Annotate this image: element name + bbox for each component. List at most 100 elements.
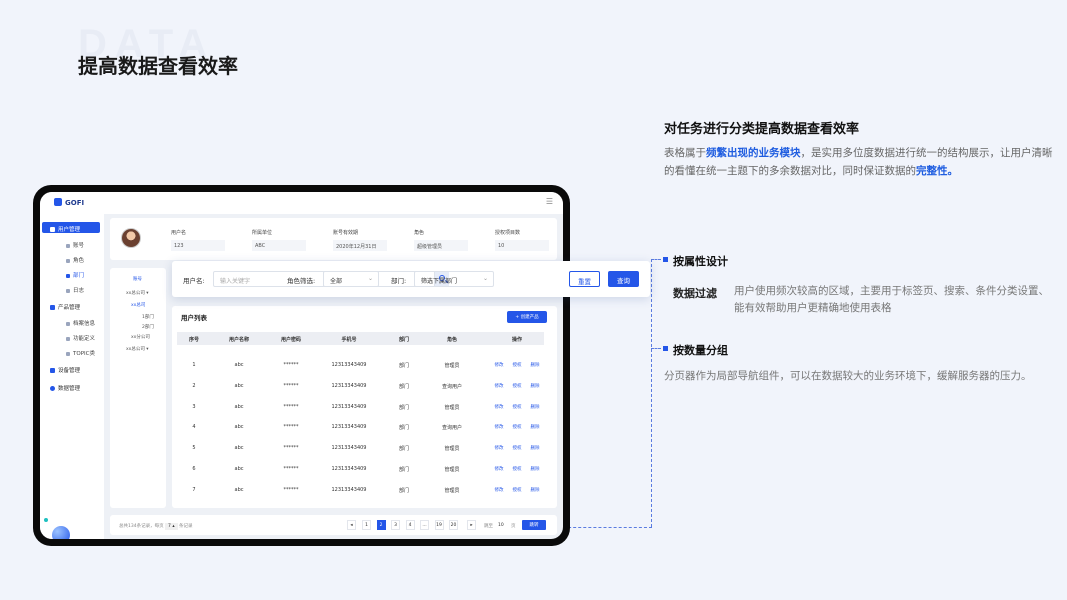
- sidebar-item-log[interactable]: 日志: [66, 286, 84, 294]
- user-info-card: 用户名 123 所属单位 ABC 账号有效期 2020年12月31日 角色 超级…: [110, 218, 557, 260]
- per-page-select[interactable]: 7 ▴: [165, 523, 178, 530]
- sidebar-item-product-mgmt[interactable]: 产品管理: [50, 303, 80, 311]
- prev-page-button[interactable]: ◂: [347, 520, 356, 530]
- table-cell: 部门: [398, 363, 410, 369]
- authorize-link[interactable]: 授权: [513, 383, 522, 389]
- user-icon: [50, 227, 55, 232]
- table-cell: abc: [234, 403, 244, 410]
- sidebar: 用户管理 账号 角色 部门 日志 产品管理 档案信息 功能定义 TOPIC类 设…: [40, 214, 104, 539]
- expire-label: 账号有效期: [333, 230, 359, 236]
- authorize-link[interactable]: 授权: [513, 466, 522, 472]
- filter-username-label: 用户名:: [183, 277, 205, 285]
- edit-link[interactable]: 修改: [495, 445, 504, 451]
- table-cell: 12313343409: [331, 466, 367, 472]
- table-cell: 2: [192, 382, 196, 389]
- connector-line-mid: [651, 348, 661, 349]
- pagination-suffix: 条记录: [179, 524, 193, 529]
- edit-link[interactable]: 修改: [495, 362, 504, 368]
- table-row: 5 abc ****** 12313343409 部门 管理员 修改 授权 删除: [172, 445, 557, 455]
- role-label: 角色: [414, 230, 425, 236]
- app-logo: GOFI: [54, 198, 84, 207]
- dept-select[interactable]: 筛选下属部门 ⌄: [414, 271, 494, 287]
- authorize-link[interactable]: 授权: [513, 404, 522, 410]
- table-cell: 管理员: [444, 404, 460, 411]
- reset-button[interactable]: 重置: [569, 271, 600, 287]
- page-button[interactable]: 19: [434, 520, 444, 530]
- jump-button[interactable]: 跳转: [522, 520, 546, 530]
- authorize-link[interactable]: 授权: [513, 362, 522, 368]
- create-product-button[interactable]: + 创建产品: [507, 311, 547, 323]
- table-cell: 12313343409: [331, 445, 367, 452]
- assistant-ball-icon[interactable]: [52, 526, 70, 539]
- delete-link[interactable]: 删除: [531, 466, 540, 472]
- page-button[interactable]: 20: [449, 520, 458, 530]
- sidebar-item-dept[interactable]: 部门: [66, 271, 84, 279]
- section-heading: 对任务进行分类提高数据查看效率: [664, 122, 860, 137]
- sidebar-item-topic[interactable]: TOPIC类: [66, 349, 95, 357]
- pagination-info: 总共134条记录，每页 7 ▴ 条记录: [119, 523, 193, 530]
- sidebar-label: 日志: [73, 288, 85, 294]
- column-header: 用户名称: [228, 337, 250, 343]
- page-button[interactable]: 3: [391, 520, 400, 530]
- edit-link[interactable]: 修改: [495, 487, 504, 493]
- role-select[interactable]: 全部 ⌄: [323, 271, 379, 287]
- table-row: 1 abc ****** 12313343409 部门 管理员 修改 授权 删除: [172, 362, 557, 372]
- sidebar-item-account[interactable]: 账号: [66, 241, 84, 249]
- tree-node[interactable]: xx总公司 ▾: [126, 290, 149, 296]
- role-select-value: 全部: [330, 278, 343, 285]
- sidebar-item-role[interactable]: 角色: [66, 256, 84, 264]
- tree-node[interactable]: xx分公司: [131, 334, 150, 340]
- sidebar-item-device-mgmt[interactable]: 设备管理: [50, 366, 80, 374]
- delete-link[interactable]: 删除: [531, 424, 540, 430]
- sidebar-item-feature-def[interactable]: 功能定义: [66, 334, 95, 342]
- edit-link[interactable]: 修改: [495, 466, 504, 472]
- dept-select-value: 筛选下属部门: [421, 278, 458, 285]
- authorize-link[interactable]: 授权: [513, 445, 522, 451]
- tree-node[interactable]: 1部门: [142, 314, 154, 320]
- authorize-link[interactable]: 授权: [513, 424, 522, 430]
- query-button[interactable]: 查询: [608, 271, 639, 287]
- edit-link[interactable]: 修改: [495, 404, 504, 410]
- delete-link[interactable]: 删除: [531, 487, 540, 493]
- list-title: 用户列表: [181, 314, 207, 322]
- delete-link[interactable]: 删除: [531, 383, 540, 389]
- jump-prefix: 跳至: [484, 524, 493, 529]
- edit-link[interactable]: 修改: [495, 383, 504, 389]
- tree-node[interactable]: 2部门: [142, 324, 154, 330]
- product-icon: [50, 305, 55, 310]
- jump-page-input[interactable]: 10: [498, 523, 504, 528]
- bullet-square-1: [663, 257, 668, 262]
- page-button[interactable]: 1: [362, 520, 371, 530]
- next-page-button[interactable]: ▸: [467, 520, 476, 530]
- delete-link[interactable]: 删除: [531, 445, 540, 451]
- tree-node[interactable]: xx总司: [131, 302, 145, 308]
- authorize-link[interactable]: 授权: [513, 487, 522, 493]
- edit-link[interactable]: 修改: [495, 424, 504, 430]
- pagination-ellipsis: ...: [420, 520, 429, 530]
- delete-link[interactable]: 删除: [531, 404, 540, 410]
- table-cell: 6: [192, 466, 196, 472]
- column-header: 用户密码: [280, 337, 302, 343]
- tree-node[interactable]: xx总公司 ▾: [126, 346, 149, 352]
- table-cell: ******: [283, 466, 299, 472]
- table-cell: 管理员: [444, 467, 460, 473]
- table-cell: ******: [283, 486, 299, 493]
- table-cell: 4: [192, 424, 196, 431]
- delete-link[interactable]: 删除: [531, 362, 540, 368]
- table-cell: 12313343409: [331, 424, 367, 431]
- hamburger-icon[interactable]: ☰: [546, 197, 553, 206]
- tree-header: 账号: [133, 277, 142, 282]
- sidebar-item-user-mgmt[interactable]: 用户管理: [42, 222, 100, 233]
- pagination-prefix: 总共134条记录，每页: [119, 524, 164, 529]
- filter-dept-label: 部门:: [391, 277, 407, 285]
- table-cell: 12313343409: [331, 382, 367, 389]
- page-button[interactable]: 2: [376, 520, 386, 530]
- sidebar-item-product-info[interactable]: 档案信息: [66, 319, 95, 327]
- filter-bar: 用户名: 输入关键字 角色筛选: 全部 ⌄ 部门: 筛选下属部门 ⌄ 重置 查询: [172, 261, 650, 297]
- page-button[interactable]: 4: [405, 520, 415, 530]
- sidebar-item-data-mgmt[interactable]: 数据管理: [50, 384, 80, 392]
- username-value: 123: [171, 240, 225, 251]
- table-cell: 12313343409: [331, 403, 367, 410]
- table-cell: abc: [234, 486, 244, 493]
- sidebar-label: 功能定义: [73, 336, 96, 342]
